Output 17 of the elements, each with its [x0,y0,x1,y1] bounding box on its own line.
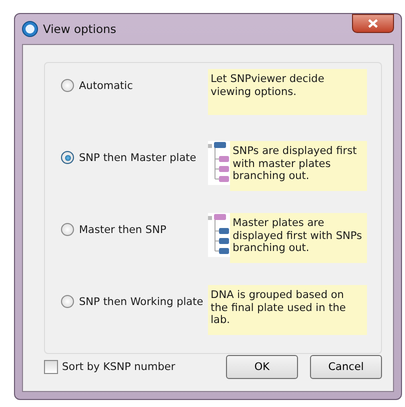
window-title: View options [43,22,118,36]
tree-icon [208,213,230,257]
close-button[interactable] [352,14,394,33]
radio-option[interactable]: Automatic [61,69,208,92]
option-description: DNA is grouped based on the final plate used in the lab. [208,285,367,335]
cancel-button[interactable]: Cancel [310,355,382,379]
close-icon [368,19,378,28]
tree-icon [208,141,230,185]
app-icon [22,21,38,37]
radio-option[interactable]: Master then SNP [61,213,208,236]
ok-button[interactable]: OK [226,355,298,379]
radio-option[interactable]: SNP then Master plate [61,141,208,164]
radio-option[interactable]: SNP then Working plate [61,285,208,308]
sort-checkbox[interactable]: Sort by KSNP number [44,360,176,374]
option-description: Master plates are displayed first with SNPs branching out. [230,213,367,263]
option-description: Let SNPviewer decide viewing options. [208,69,367,115]
option-description: SNPs are displayed first with master plates branching out. [230,141,367,191]
